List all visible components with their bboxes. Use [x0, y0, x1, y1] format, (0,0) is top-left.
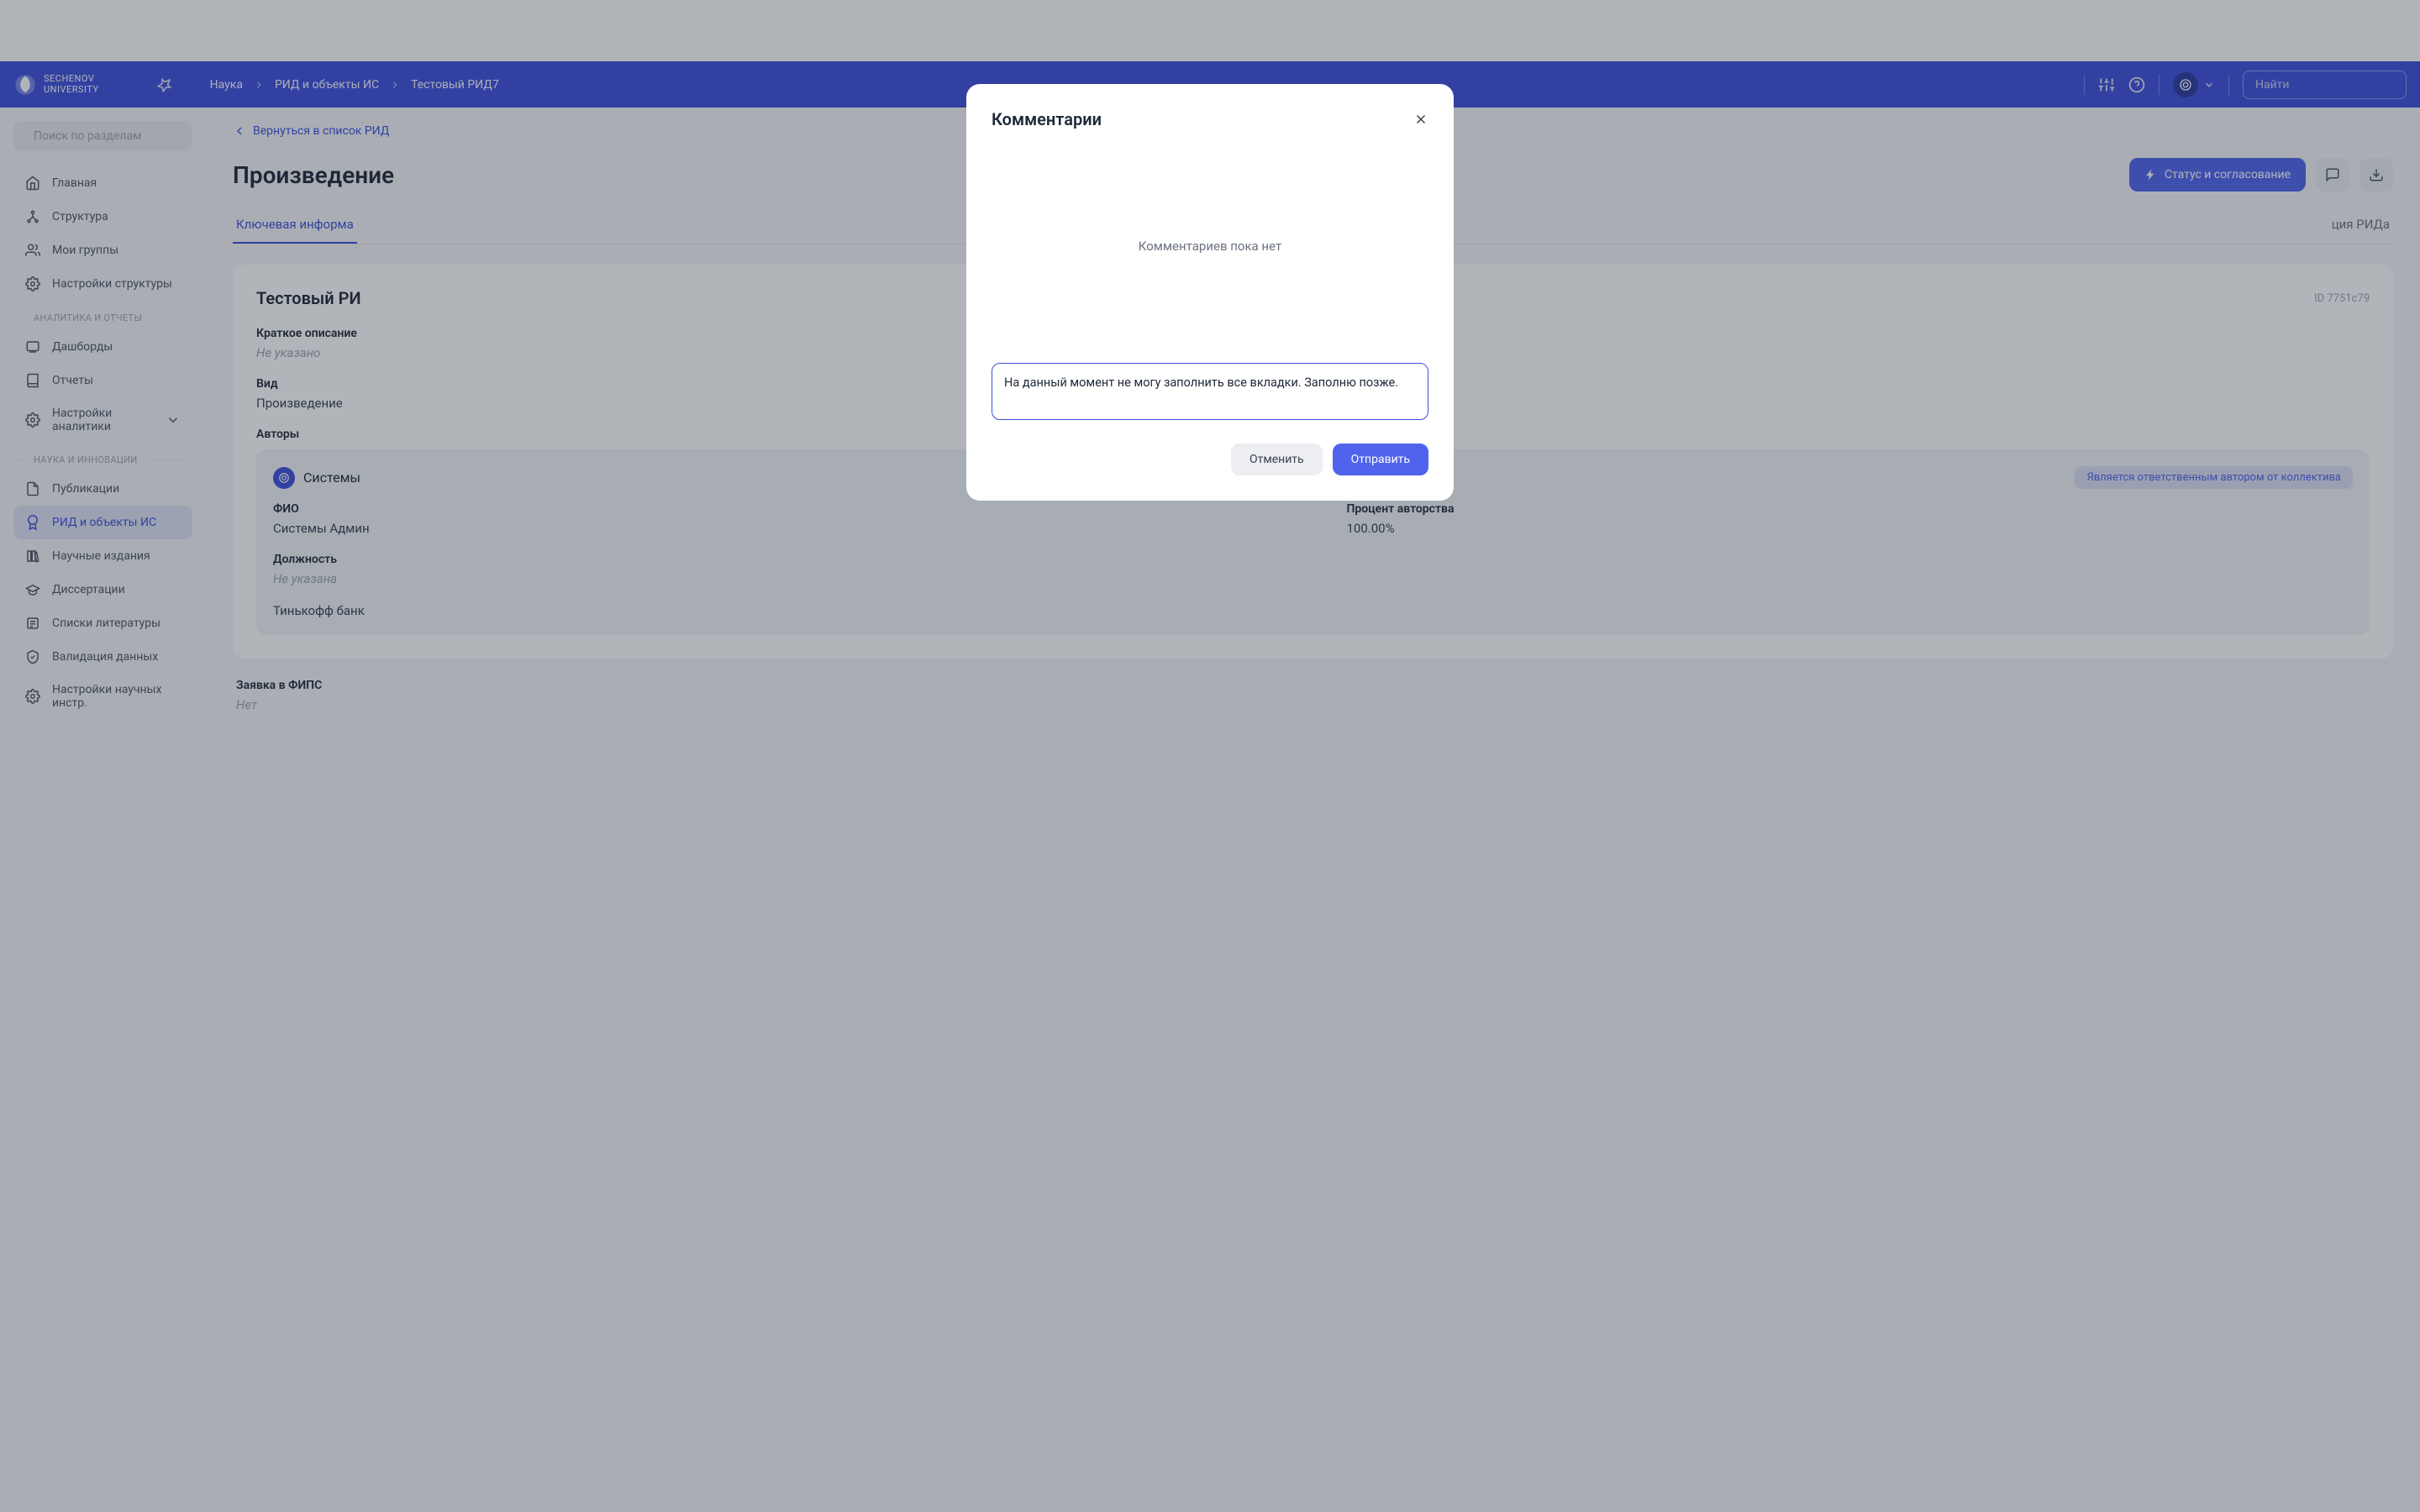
close-icon[interactable]: [1413, 112, 1428, 127]
modal-overlay[interactable]: Комментарии Комментариев пока нет Отмени…: [0, 0, 2420, 1512]
cancel-button[interactable]: Отменить: [1231, 444, 1323, 475]
empty-state: Комментариев пока нет: [992, 146, 1428, 363]
submit-button[interactable]: Отправить: [1333, 444, 1428, 475]
comments-modal: Комментарии Комментариев пока нет Отмени…: [966, 84, 1454, 501]
modal-title: Комментарии: [992, 109, 1102, 129]
comment-textarea[interactable]: [992, 363, 1428, 420]
